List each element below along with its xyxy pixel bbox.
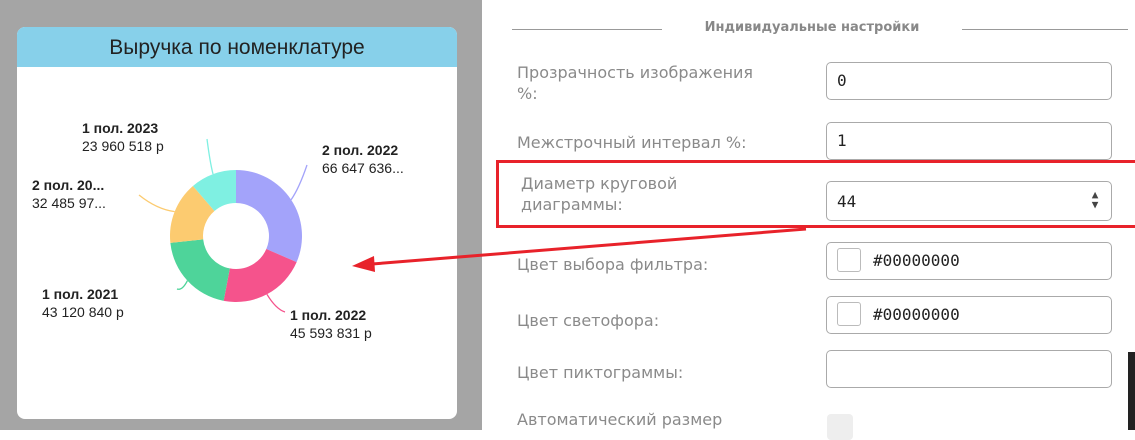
slice-label: 2 пол. 20... [32, 177, 104, 193]
slice-label: 1 пол. 2022 [290, 307, 366, 323]
slice-value-label: 32 485 97... [32, 195, 106, 211]
dashboard-preview-pane: Выручка по номенклатуре 2 пол. 2022 66 64… [0, 0, 482, 430]
section-title: Индивидуальные настройки [662, 20, 962, 35]
scrollbar-edge[interactable] [1128, 352, 1135, 430]
slice-label: 1 пол. 2023 [82, 120, 158, 136]
leader-line [138, 194, 175, 213]
spinner-icon[interactable]: ▲ ▼ [1089, 189, 1101, 210]
filter-color-swatch[interactable] [837, 248, 861, 272]
donut-slice[interactable] [170, 239, 230, 301]
filter-color-input[interactable]: #00000000 [826, 242, 1112, 280]
icon-color-label: Цвет пиктограммы: [517, 363, 684, 382]
donut-slice[interactable] [236, 170, 302, 263]
slice-label: 1 пол. 2021 [42, 286, 118, 302]
line-spacing-input-value: 1 [837, 131, 847, 150]
auto-size-checkbox[interactable] [827, 414, 853, 440]
slice-value-label: 43 120 840 р [42, 304, 124, 320]
traffic-light-color-input[interactable]: #00000000 [826, 296, 1112, 334]
line-spacing-label: Межстрочный интервал %: [517, 133, 747, 152]
traffic-light-color-label: Цвет светофора: [517, 311, 660, 330]
line-spacing-input[interactable]: 1 [826, 122, 1112, 160]
filter-color-label: Цвет выбора фильтра: [517, 255, 709, 274]
pie-diameter-label-line1: Диаметр круговой [521, 174, 678, 193]
leader-line [266, 293, 286, 313]
auto-size-label: Автоматический размер [517, 410, 723, 429]
pie-diameter-label: Диаметр круговой диаграммы: [521, 173, 677, 215]
chart-card[interactable]: Выручка по номенклатуре 2 пол. 2022 66 64… [17, 27, 457, 419]
icon-color-input[interactable] [826, 350, 1112, 388]
traffic-light-color-value: #00000000 [873, 305, 960, 324]
opacity-label-line2: %: [517, 84, 538, 103]
leader-line [290, 164, 308, 201]
leader-line [176, 280, 188, 290]
slice-label: 2 пол. 2022 [322, 142, 398, 158]
opacity-input[interactable]: 0 [826, 62, 1112, 100]
section-divider-right [962, 29, 1128, 30]
slice-value-label: 45 593 831 р [290, 325, 372, 341]
opacity-label-line1: Прозрачность изображения [517, 63, 754, 82]
opacity-input-value: 0 [837, 71, 847, 90]
pie-diameter-input-value: 44 [837, 192, 857, 211]
traffic-light-color-swatch[interactable] [837, 302, 861, 326]
leader-line [206, 138, 214, 175]
spinner-down-icon[interactable]: ▼ [1089, 199, 1101, 210]
slice-value-label: 66 647 636... [322, 160, 404, 176]
section-divider-left [512, 29, 662, 30]
donut-chart[interactable]: 2 пол. 2022 66 647 636... 1 пол. 2022 45 59… [17, 27, 457, 419]
opacity-label: Прозрачность изображения %: [517, 62, 753, 104]
pie-diameter-input[interactable]: 44 ▲ ▼ [826, 181, 1112, 221]
filter-color-value: #00000000 [873, 251, 960, 270]
slice-value-label: 23 960 518 р [82, 138, 164, 154]
pie-diameter-label-line2: диаграммы: [521, 195, 623, 214]
